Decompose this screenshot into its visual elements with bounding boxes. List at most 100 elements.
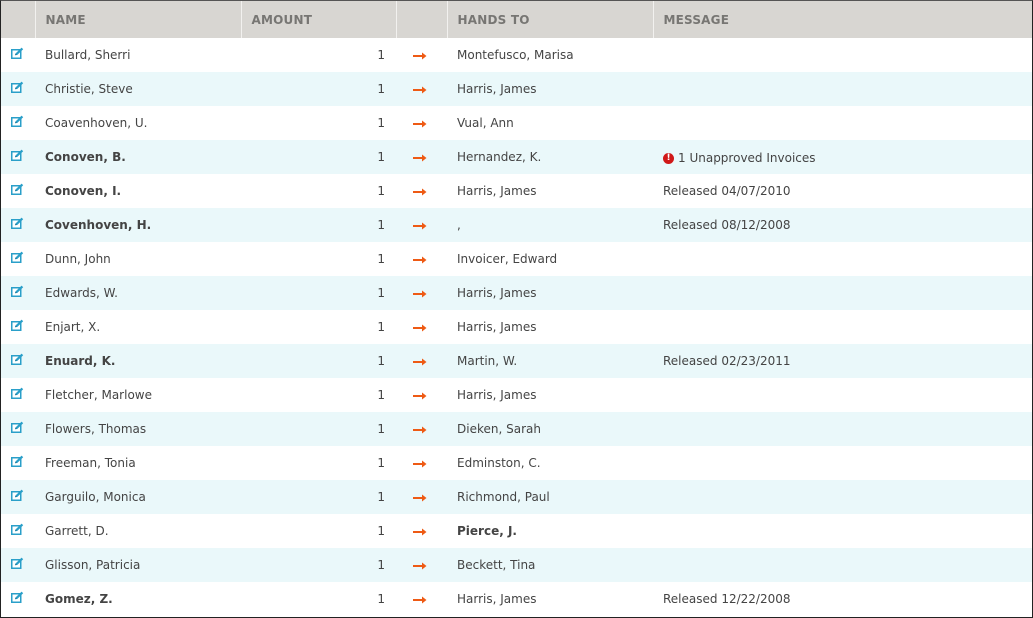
arrow-cell bbox=[396, 72, 447, 106]
arrow-cell bbox=[396, 446, 447, 480]
arrow-cell bbox=[396, 310, 447, 344]
message-cell bbox=[653, 480, 1032, 514]
hands-to-cell: Pierce, J. bbox=[447, 514, 653, 548]
hands-to-name-link[interactable]: Pierce, J. bbox=[457, 524, 517, 538]
employee-name-link[interactable]: Enuard, K. bbox=[45, 354, 115, 368]
edit-icon[interactable] bbox=[11, 421, 24, 433]
table-row: Coavenhoven, U. 1 Vual, Ann bbox=[1, 106, 1032, 140]
hands-to-name-link[interactable]: Beckett, Tina bbox=[457, 558, 535, 572]
amount-cell: 1 bbox=[377, 184, 385, 198]
employee-name-link[interactable]: Covenhoven, H. bbox=[45, 218, 151, 232]
employee-name-link[interactable]: Garrett, D. bbox=[45, 524, 109, 538]
hands-to-name-link[interactable]: Harris, James bbox=[457, 388, 536, 402]
column-header-message[interactable]: MESSAGE bbox=[653, 1, 1032, 38]
edit-icon[interactable] bbox=[11, 183, 24, 195]
hands-to-cell: Harris, James bbox=[447, 582, 653, 616]
edit-cell bbox=[1, 514, 35, 548]
hands-to-name-link[interactable]: Invoicer, Edward bbox=[457, 252, 557, 266]
hands-to-name-link[interactable]: Harris, James bbox=[457, 184, 536, 198]
hands-to-name-link[interactable]: Harris, James bbox=[457, 592, 536, 606]
employee-name-link[interactable]: Conoven, I. bbox=[45, 184, 121, 198]
message-cell: Released 12/22/2008 bbox=[653, 582, 1032, 616]
employee-name-link[interactable]: Edwards, W. bbox=[45, 286, 118, 300]
employee-name-link[interactable]: Enjart, X. bbox=[45, 320, 100, 334]
name-cell: Christie, Steve bbox=[35, 72, 241, 106]
hands-to-name-link[interactable]: Edminston, C. bbox=[457, 456, 541, 470]
arrow-right-icon bbox=[413, 593, 427, 603]
hands-to-name-link[interactable]: Hernandez, K. bbox=[457, 150, 541, 164]
employee-name-link[interactable]: Freeman, Tonia bbox=[45, 456, 136, 470]
column-header-hands-to[interactable]: HANDS TO bbox=[447, 1, 654, 38]
message-text: Released 04/07/2010 bbox=[663, 184, 791, 198]
edit-icon[interactable] bbox=[11, 47, 24, 59]
edit-icon[interactable] bbox=[11, 319, 24, 331]
edit-icon[interactable] bbox=[11, 489, 24, 501]
name-cell: Gomez, Z. bbox=[35, 582, 241, 616]
edit-icon[interactable] bbox=[11, 387, 24, 399]
edit-icon[interactable] bbox=[11, 217, 24, 229]
name-cell: Freeman, Tonia bbox=[35, 446, 241, 480]
hands-to-cell: Harris, James bbox=[447, 174, 653, 208]
name-cell: Conoven, B. bbox=[35, 140, 241, 174]
hands-to-name-link[interactable]: , bbox=[457, 218, 461, 232]
employee-name-link[interactable]: Christie, Steve bbox=[45, 82, 133, 96]
arrow-right-icon bbox=[413, 525, 427, 535]
edit-icon[interactable] bbox=[11, 455, 24, 467]
hands-to-name-link[interactable]: Richmond, Paul bbox=[457, 490, 550, 504]
arrow-right-icon bbox=[413, 559, 427, 569]
arrow-cell bbox=[396, 514, 447, 548]
name-cell: Flowers, Thomas bbox=[35, 412, 241, 446]
amount-cell: 1 bbox=[377, 456, 385, 470]
edit-icon[interactable] bbox=[11, 591, 24, 603]
arrow-cell bbox=[396, 412, 447, 446]
arrow-right-icon bbox=[413, 321, 427, 331]
employee-name-link[interactable]: Fletcher, Marlowe bbox=[45, 388, 152, 402]
table-row: Garrett, D. 1 Pierce, J. bbox=[1, 514, 1032, 548]
column-header-amount[interactable]: AMOUNT bbox=[241, 1, 397, 38]
arrow-cell bbox=[396, 582, 447, 616]
edit-cell bbox=[1, 106, 35, 140]
employee-name-link[interactable]: Glisson, Patricia bbox=[45, 558, 140, 572]
message-text[interactable]: 1 Unapproved Invoices bbox=[678, 151, 816, 165]
arrow-right-icon bbox=[413, 491, 427, 501]
hands-to-name-link[interactable]: Dieken, Sarah bbox=[457, 422, 541, 436]
edit-cell bbox=[1, 582, 35, 616]
hands-to-name-link[interactable]: Montefusco, Marisa bbox=[457, 48, 574, 62]
edit-icon[interactable] bbox=[11, 149, 24, 161]
employee-name-link[interactable]: Coavenhoven, U. bbox=[45, 116, 147, 130]
edit-icon[interactable] bbox=[11, 81, 24, 93]
column-header-name[interactable]: NAME bbox=[35, 1, 242, 38]
hands-to-name-link[interactable]: Martin, W. bbox=[457, 354, 517, 368]
hands-to-name-link[interactable]: Harris, James bbox=[457, 286, 536, 300]
arrow-cell bbox=[396, 276, 447, 310]
name-cell: Enuard, K. bbox=[35, 344, 241, 378]
arrow-right-icon bbox=[413, 355, 427, 365]
employee-name-link[interactable]: Bullard, Sherri bbox=[45, 48, 130, 62]
edit-icon[interactable] bbox=[11, 523, 24, 535]
hands-to-name-link[interactable]: Vual, Ann bbox=[457, 116, 514, 130]
employee-name-link[interactable]: Dunn, John bbox=[45, 252, 111, 266]
table-header-row: NAME AMOUNT HANDS TO MESSAGE bbox=[1, 1, 1032, 38]
arrow-cell bbox=[396, 242, 447, 276]
amount-cell: 1 bbox=[377, 116, 385, 130]
edit-icon[interactable] bbox=[11, 285, 24, 297]
edit-icon[interactable] bbox=[11, 251, 24, 263]
hands-to-cell: Edminston, C. bbox=[447, 446, 653, 480]
amount-cell: 1 bbox=[377, 422, 385, 436]
employee-name-link[interactable]: Conoven, B. bbox=[45, 150, 126, 164]
hands-to-cell: , bbox=[447, 208, 653, 242]
edit-icon[interactable] bbox=[11, 557, 24, 569]
employee-name-link[interactable]: Gomez, Z. bbox=[45, 592, 113, 606]
message-wrap: Released 04/07/2010 bbox=[663, 184, 790, 198]
hands-to-cell: Montefusco, Marisa bbox=[447, 38, 653, 72]
edit-icon[interactable] bbox=[11, 353, 24, 365]
edit-icon[interactable] bbox=[11, 115, 24, 127]
table-row: Garguilo, Monica 1 Richmond, Paul bbox=[1, 480, 1032, 514]
amount-cell: 1 bbox=[377, 252, 385, 266]
employee-name-link[interactable]: Flowers, Thomas bbox=[45, 422, 146, 436]
edit-cell bbox=[1, 140, 35, 174]
hands-to-name-link[interactable]: Harris, James bbox=[457, 82, 536, 96]
arrow-cell bbox=[396, 480, 447, 514]
hands-to-name-link[interactable]: Harris, James bbox=[457, 320, 536, 334]
employee-name-link[interactable]: Garguilo, Monica bbox=[45, 490, 146, 504]
